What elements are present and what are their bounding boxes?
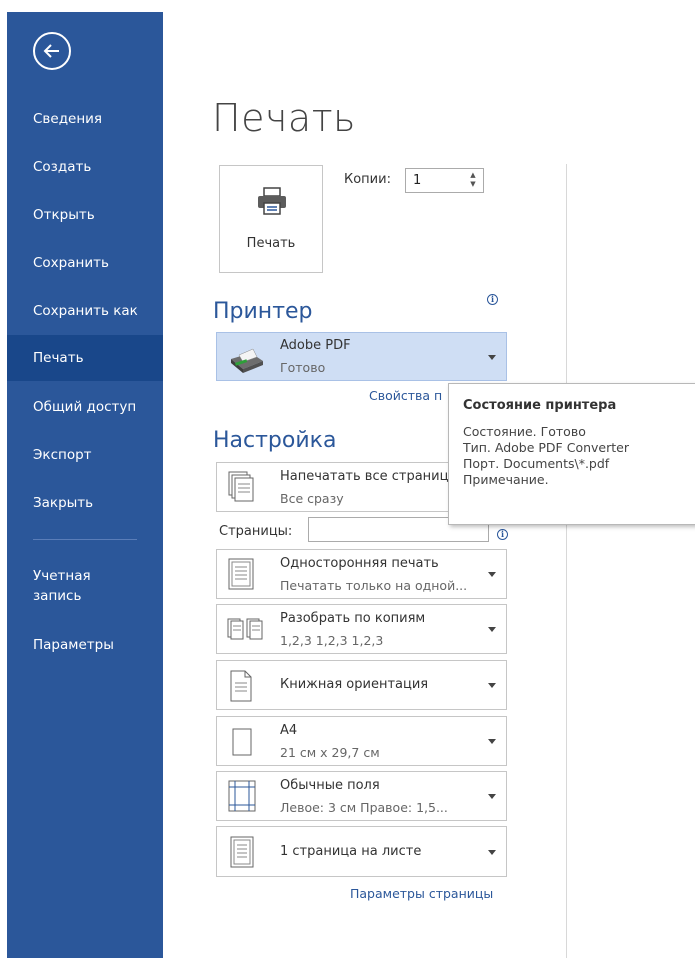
paper-size-main: A4 xyxy=(280,723,298,738)
print-range-sub: Все сразу xyxy=(280,491,344,506)
one-sided-page-icon xyxy=(228,558,254,590)
sidebar-item-info[interactable]: Сведения xyxy=(7,96,163,142)
paper-size-sub: 21 см x 29,7 см xyxy=(280,745,380,760)
sidebar-item-open[interactable]: Открыть xyxy=(7,192,163,238)
sidebar-item-options[interactable]: Параметры xyxy=(7,622,163,668)
tooltip-line: Тип. Adobe PDF Converter xyxy=(463,440,629,455)
print-button[interactable]: Печать xyxy=(219,165,323,273)
collate-icon xyxy=(227,618,263,640)
collate-sub: 1,2,3 1,2,3 1,2,3 xyxy=(280,633,384,648)
all-pages-icon xyxy=(228,471,254,502)
printer-properties-link[interactable]: Свойства п xyxy=(369,388,442,403)
margins-dropdown[interactable]: Обычные поля Левое: 3 см Правое: 1,5... xyxy=(216,771,507,821)
pages-per-sheet-main: 1 страница на листе xyxy=(280,844,422,859)
printer-status: Готово xyxy=(280,360,326,375)
backstage-sidebar: Сведения Создать Открыть Сохранить Сохра… xyxy=(7,12,163,958)
sidebar-item-close[interactable]: Закрыть xyxy=(7,480,163,526)
margins-sub: Левое: 3 см Правое: 1,5... xyxy=(280,800,448,815)
sidebar-item-share[interactable]: Общий доступ xyxy=(7,384,163,430)
pages-per-sheet-dropdown[interactable]: 1 страница на листе xyxy=(216,826,507,877)
paper-size-icon xyxy=(232,728,252,756)
portrait-page-icon xyxy=(230,670,252,702)
chevron-down-icon xyxy=(488,683,496,688)
pages-per-sheet-icon xyxy=(230,836,254,868)
chevron-down-icon xyxy=(488,355,496,360)
margins-icon xyxy=(228,780,256,812)
back-arrow-icon[interactable] xyxy=(33,32,71,70)
chevron-down-icon xyxy=(488,850,496,855)
chevron-down-icon xyxy=(488,794,496,799)
chevron-down-icon xyxy=(488,627,496,632)
orientation-main: Книжная ориентация xyxy=(280,677,429,692)
copies-label: Копии: xyxy=(344,172,391,187)
sidebar-item-account-line1: Учетная xyxy=(33,568,91,584)
chevron-down-icon xyxy=(488,572,496,577)
orientation-dropdown[interactable]: Книжная ориентация xyxy=(216,660,507,710)
page-title: Печать xyxy=(212,96,356,140)
tooltip-line: Примечание. xyxy=(463,472,549,487)
collate-dropdown[interactable]: Разобрать по копиям 1,2,3 1,2,3 1,2,3 xyxy=(216,604,507,654)
sidebar-separator xyxy=(33,539,137,540)
chevron-down-icon xyxy=(488,739,496,744)
printer-info-icon[interactable]: i xyxy=(487,294,498,305)
tooltip-title: Состояние принтера xyxy=(463,398,617,413)
sidebar-item-account[interactable]: Учетная запись xyxy=(7,563,163,613)
copies-value: 1 xyxy=(413,173,422,188)
sides-dropdown[interactable]: Односторонняя печать Печатать только на … xyxy=(216,549,507,599)
sidebar-item-save-as[interactable]: Сохранить как xyxy=(7,288,163,334)
paper-size-dropdown[interactable]: A4 21 см x 29,7 см xyxy=(216,716,507,766)
printer-icon xyxy=(258,187,286,215)
collate-main: Разобрать по копиям xyxy=(280,611,426,626)
printer-dropdown[interactable]: Adobe PDF Готово xyxy=(216,332,507,381)
printer-name: Adobe PDF xyxy=(280,338,351,353)
sidebar-item-export[interactable]: Экспорт xyxy=(7,432,163,478)
margins-main: Обычные поля xyxy=(280,778,380,793)
page-setup-link[interactable]: Параметры страницы xyxy=(350,886,493,901)
sides-sub: Печатать только на одной... xyxy=(280,578,468,593)
sidebar-item-print[interactable]: Печать xyxy=(7,335,163,381)
tooltip-line: Порт. Documents\*.pdf xyxy=(463,456,610,471)
sides-main: Односторонняя печать xyxy=(280,556,439,571)
print-range-main: Напечатать все страниц xyxy=(280,469,449,484)
copies-input[interactable]: 1 ▲ ▼ xyxy=(405,168,484,193)
pages-info-icon[interactable]: i xyxy=(497,529,508,540)
printer-status-tooltip: Состояние принтера Состояние. Готово Тип… xyxy=(448,383,695,525)
settings-section-title: Настройка xyxy=(213,428,337,453)
preview-divider xyxy=(566,164,567,958)
sidebar-item-account-line2: запись xyxy=(33,588,82,604)
printer-section-title: Принтер xyxy=(213,299,313,324)
sidebar-item-save[interactable]: Сохранить xyxy=(7,240,163,286)
print-button-label: Печать xyxy=(246,236,296,251)
sidebar-item-new[interactable]: Создать xyxy=(7,144,163,190)
copies-spinner[interactable]: ▲ ▼ xyxy=(467,171,479,189)
pages-label: Страницы: xyxy=(219,524,293,539)
tooltip-line: Состояние. Готово xyxy=(463,424,586,439)
adobe-pdf-printer-icon xyxy=(231,348,263,373)
